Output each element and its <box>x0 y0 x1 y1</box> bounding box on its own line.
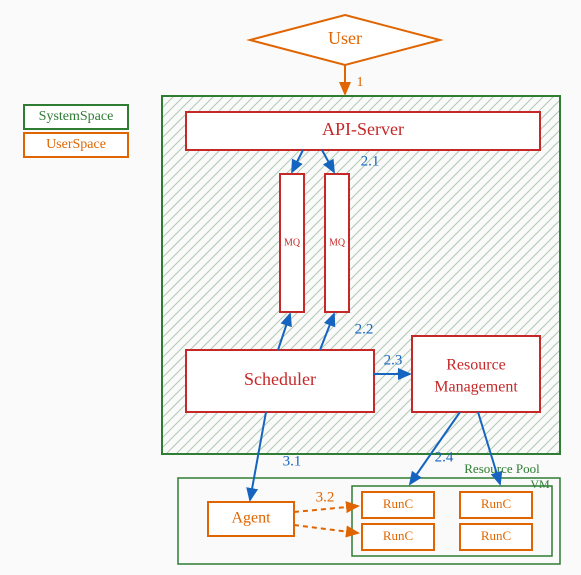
edge-3_2-label: 3.2 <box>316 489 335 505</box>
svg-text:RunC: RunC <box>481 528 511 543</box>
runc-d-node: RunC <box>460 524 532 550</box>
runc-b-node: RunC <box>460 492 532 518</box>
svg-text:MQ: MQ <box>284 237 301 248</box>
edge-2_3-label: 2.3 <box>384 352 403 368</box>
svg-text:Scheduler: Scheduler <box>244 369 316 389</box>
edge-3_2-a <box>294 506 358 512</box>
edge-3_2-b <box>294 525 358 533</box>
edge-2_4-label: 2.4 <box>435 449 454 465</box>
legend-user-space: UserSpace <box>46 137 106 152</box>
agent-node: Agent <box>208 502 294 536</box>
api-server-node: API-Server <box>186 112 540 150</box>
architecture-diagram: SystemSpace UserSpace User API-Server MQ… <box>0 0 581 575</box>
edge-3_1-label: 3.1 <box>283 453 302 469</box>
runc-c-node: RunC <box>362 524 434 550</box>
resource-management-node: Resource Management <box>412 336 540 412</box>
legend-system-space: SystemSpace <box>39 109 114 124</box>
edge-2_1-label: 2.1 <box>361 153 380 169</box>
edge-1-label: 1 <box>357 75 364 90</box>
scheduler-node: Scheduler <box>186 350 374 412</box>
svg-text:Management: Management <box>434 379 518 396</box>
svg-text:RunC: RunC <box>481 496 511 511</box>
mq2-node: MQ <box>325 174 349 312</box>
svg-text:API-Server: API-Server <box>322 119 404 139</box>
svg-text:MQ: MQ <box>329 237 346 248</box>
vm-label: VM <box>530 477 550 491</box>
mq1-node: MQ <box>280 174 304 312</box>
legend: SystemSpace UserSpace <box>24 105 128 157</box>
svg-text:RunC: RunC <box>383 496 413 511</box>
user-node: User <box>250 15 440 65</box>
resource-pool-label: Resource Pool <box>464 461 540 476</box>
svg-text:RunC: RunC <box>383 528 413 543</box>
edge-2_2-label: 2.2 <box>355 321 374 337</box>
svg-text:Resource: Resource <box>446 357 506 374</box>
svg-text:Agent: Agent <box>231 510 271 527</box>
svg-text:User: User <box>328 28 362 48</box>
runc-a-node: RunC <box>362 492 434 518</box>
